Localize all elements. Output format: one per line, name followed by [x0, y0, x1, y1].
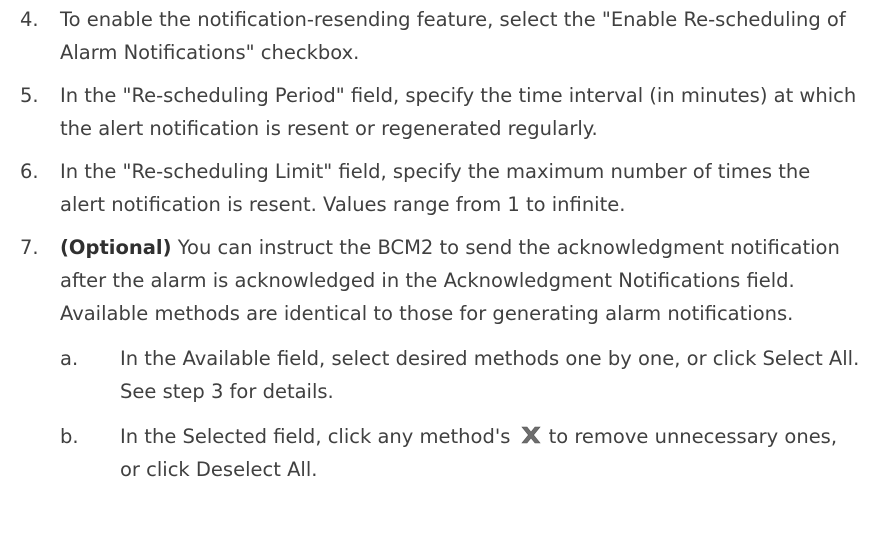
substep-letter: b.: [60, 425, 79, 448]
step-4: 4. To enable the notification-resending …: [0, 3, 879, 69]
substep-a: a. In the Available field, select desire…: [60, 342, 879, 408]
substep-letter: a.: [60, 347, 79, 370]
optional-label: (Optional): [60, 236, 172, 259]
substep-b: b. In the Selected field, click any meth…: [60, 420, 879, 486]
remove-x-icon: [520, 426, 541, 444]
step-number: 5.: [20, 84, 39, 107]
step-text-body: You can instruct the BCM2 to send the ac…: [60, 236, 840, 325]
substep-text: In the Selected field, click any method'…: [120, 420, 860, 486]
step-7: 7. (Optional) You can instruct the BCM2 …: [0, 231, 879, 486]
step-5: 5. In the "Re-scheduling Period" field, …: [0, 79, 879, 145]
step-text: In the "Re-scheduling Period" field, spe…: [60, 84, 857, 140]
step-number: 7.: [20, 236, 39, 259]
substep-text: In the Available field, select desired m…: [120, 347, 860, 403]
step-6: 6. In the "Re-scheduling Limit" field, s…: [0, 155, 879, 221]
step-text: To enable the notification-resending fea…: [60, 8, 846, 64]
substep-text-before: In the Selected field, click any method'…: [120, 425, 511, 448]
step-text: (Optional) You can instruct the BCM2 to …: [60, 231, 860, 330]
instruction-document: 4. To enable the notification-resending …: [0, 0, 879, 496]
step-number: 4.: [20, 8, 39, 31]
step-number: 6.: [20, 160, 39, 183]
step-text: In the "Re-scheduling Limit" field, spec…: [60, 160, 811, 216]
